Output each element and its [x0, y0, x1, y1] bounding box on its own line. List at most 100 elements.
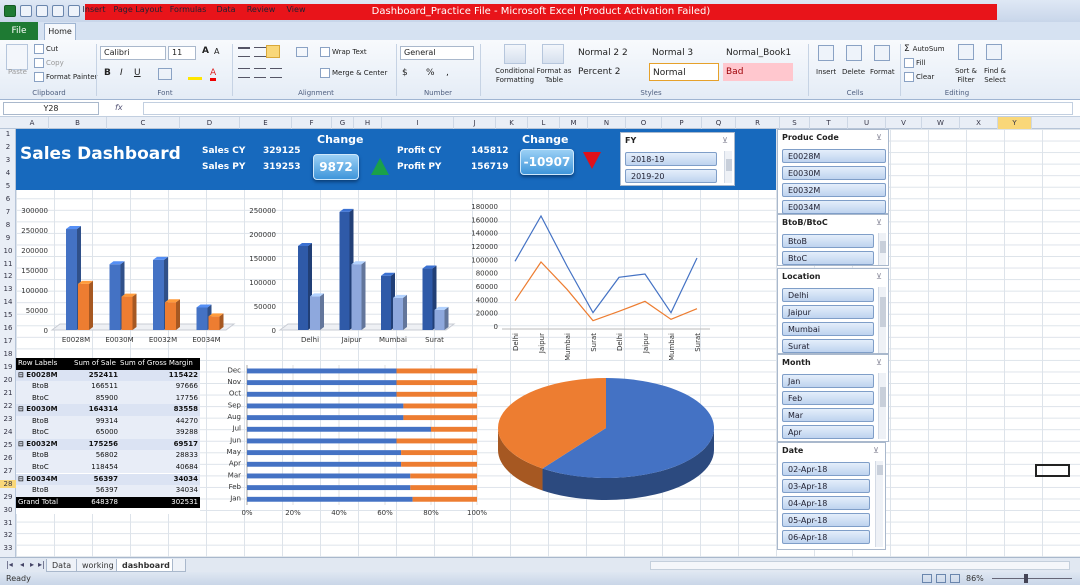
- conditional-formatting-icon[interactable]: [504, 44, 526, 64]
- column-header[interactable]: F: [292, 117, 332, 129]
- row-header[interactable]: 24: [0, 428, 16, 436]
- tab-insert[interactable]: Insert: [80, 2, 108, 18]
- delete-cells-icon[interactable]: [846, 45, 862, 61]
- underline-button[interactable]: U: [134, 68, 141, 78]
- row-header[interactable]: 6: [0, 195, 16, 203]
- clear-filter-icon[interactable]: ⊻: [722, 136, 728, 145]
- row-header[interactable]: 14: [0, 298, 16, 306]
- slicer-scrollbar[interactable]: [724, 151, 732, 183]
- row-header[interactable]: 29: [0, 493, 16, 501]
- row-header[interactable]: 18: [0, 350, 16, 358]
- tab-data[interactable]: Data: [212, 2, 240, 18]
- delete-button[interactable]: Delete: [842, 68, 865, 76]
- slicer-product-item[interactable]: E0030M: [782, 166, 886, 180]
- format-table-icon[interactable]: [542, 44, 564, 64]
- formula-input[interactable]: [143, 102, 1073, 115]
- row-header[interactable]: 26: [0, 454, 16, 462]
- merge-center-button[interactable]: Merge & Center: [320, 68, 387, 78]
- row-header[interactable]: 30: [0, 506, 16, 514]
- clear-filter-icon[interactable]: ⊻: [876, 358, 882, 367]
- tab-formulas[interactable]: Formulas: [168, 2, 208, 18]
- tab-view[interactable]: View: [282, 2, 310, 18]
- column-header[interactable]: U: [848, 117, 886, 129]
- clear-filter-icon[interactable]: ⊻: [873, 446, 879, 455]
- format-painter-button[interactable]: Format Painter: [34, 72, 97, 82]
- paste-button[interactable]: Paste: [8, 68, 27, 76]
- align-right-icon[interactable]: [270, 68, 282, 78]
- column-header[interactable]: L: [528, 117, 560, 129]
- column-header[interactable]: S: [780, 117, 810, 129]
- row-header[interactable]: 32: [0, 531, 16, 539]
- row-header[interactable]: 2: [0, 143, 16, 151]
- row-header[interactable]: 8: [0, 221, 16, 229]
- slicer-date-item[interactable]: 05-Apr-18: [782, 513, 870, 527]
- pivot-row[interactable]: ⊟ E0028M 252411 115422: [16, 369, 200, 382]
- slicer-product-item[interactable]: E0028M: [782, 149, 886, 163]
- column-header[interactable]: W: [922, 117, 960, 129]
- autosum-button[interactable]: Σ AutoSum: [904, 44, 945, 54]
- row-header[interactable]: 11: [0, 260, 16, 268]
- slicer-location-item[interactable]: Mumbai: [782, 322, 874, 336]
- insert-function-icon[interactable]: fx: [103, 102, 143, 115]
- find-select-button[interactable]: Find & Select: [980, 67, 1010, 85]
- slicer-month-item[interactable]: Apr: [782, 425, 874, 439]
- cut-button[interactable]: Cut: [34, 44, 58, 54]
- clear-filter-icon[interactable]: ⊻: [876, 218, 882, 227]
- column-header[interactable]: Q: [702, 117, 736, 129]
- row-header[interactable]: 31: [0, 519, 16, 527]
- slicer-location-item[interactable]: Surat: [782, 339, 874, 353]
- align-bottom-icon[interactable]: [266, 45, 280, 58]
- bold-button[interactable]: B: [104, 68, 111, 78]
- number-format-select[interactable]: General: [400, 46, 474, 60]
- row-header[interactable]: 17: [0, 337, 16, 345]
- slicer-scrollbar[interactable]: [878, 287, 886, 353]
- zoom-level[interactable]: 86%: [966, 572, 984, 585]
- pivot-row[interactable]: ⊟ E0032M 175256 69517: [16, 438, 200, 451]
- shrink-font-button[interactable]: A: [214, 47, 219, 56]
- slicer-location-item[interactable]: Delhi: [782, 288, 874, 302]
- pivot-row[interactable]: BtoB 166511 97666: [16, 381, 200, 393]
- row-header[interactable]: 16: [0, 324, 16, 332]
- pivot-row[interactable]: BtoB 56802 28833: [16, 450, 200, 462]
- column-header[interactable]: E: [240, 117, 292, 129]
- style-percent-2[interactable]: Percent 2: [575, 63, 647, 81]
- font-color-icon[interactable]: A: [210, 68, 217, 81]
- tab-home[interactable]: Home: [44, 23, 76, 40]
- pivot-row[interactable]: BtoC 118454 40684: [16, 461, 200, 474]
- row-header[interactable]: 15: [0, 311, 16, 319]
- row-header[interactable]: 20: [0, 376, 16, 384]
- insert-button[interactable]: Insert: [816, 68, 836, 76]
- row-header[interactable]: 7: [0, 208, 16, 216]
- slicer-date-item[interactable]: 03-Apr-18: [782, 479, 870, 493]
- pivot-total-row[interactable]: Grand Total 648378 302531: [16, 496, 200, 509]
- conditional-formatting-button[interactable]: Conditional Formatting: [494, 67, 536, 85]
- redo-icon[interactable]: [52, 5, 64, 17]
- slicer-date-item[interactable]: 02-Apr-18: [782, 462, 870, 476]
- zoom-slider-thumb[interactable]: [1024, 574, 1028, 583]
- pivot-header-row[interactable]: Row Labels Sum of Sale Sum of Gross Margin: [16, 358, 200, 370]
- horizontal-scrollbar[interactable]: [650, 561, 1070, 570]
- format-button[interactable]: Format: [870, 68, 895, 76]
- row-header[interactable]: 12: [0, 272, 16, 280]
- sheet-tab-dashboard[interactable]: dashboard: [116, 559, 176, 572]
- zoom-slider[interactable]: [992, 578, 1072, 579]
- slicer-scrollbar[interactable]: [878, 373, 886, 439]
- sort-filter-button[interactable]: Sort & Filter: [952, 67, 980, 85]
- pivot-row[interactable]: ⊟ E0034M 56397 34034: [16, 473, 200, 486]
- page-break-icon[interactable]: [950, 574, 960, 583]
- font-name-select[interactable]: Calibri: [100, 46, 166, 60]
- row-header[interactable]: 19: [0, 363, 16, 371]
- pivot-row[interactable]: BtoB 56397 34034: [16, 485, 200, 497]
- format-cells-icon[interactable]: [874, 45, 890, 61]
- column-header[interactable]: O: [626, 117, 662, 129]
- slicer-month-item[interactable]: Feb: [782, 391, 874, 405]
- align-center-icon[interactable]: [254, 68, 266, 78]
- orientation-icon[interactable]: [296, 47, 308, 57]
- sheet-nav-last-icon[interactable]: ▸|: [38, 560, 45, 569]
- sheet-tab-working[interactable]: working: [76, 559, 120, 572]
- row-header[interactable]: 27: [0, 467, 16, 475]
- row-header[interactable]: 28: [0, 479, 16, 488]
- column-header[interactable]: P: [662, 117, 702, 129]
- row-header[interactable]: 4: [0, 169, 16, 177]
- pivot-row[interactable]: BtoB 99314 44270: [16, 415, 200, 428]
